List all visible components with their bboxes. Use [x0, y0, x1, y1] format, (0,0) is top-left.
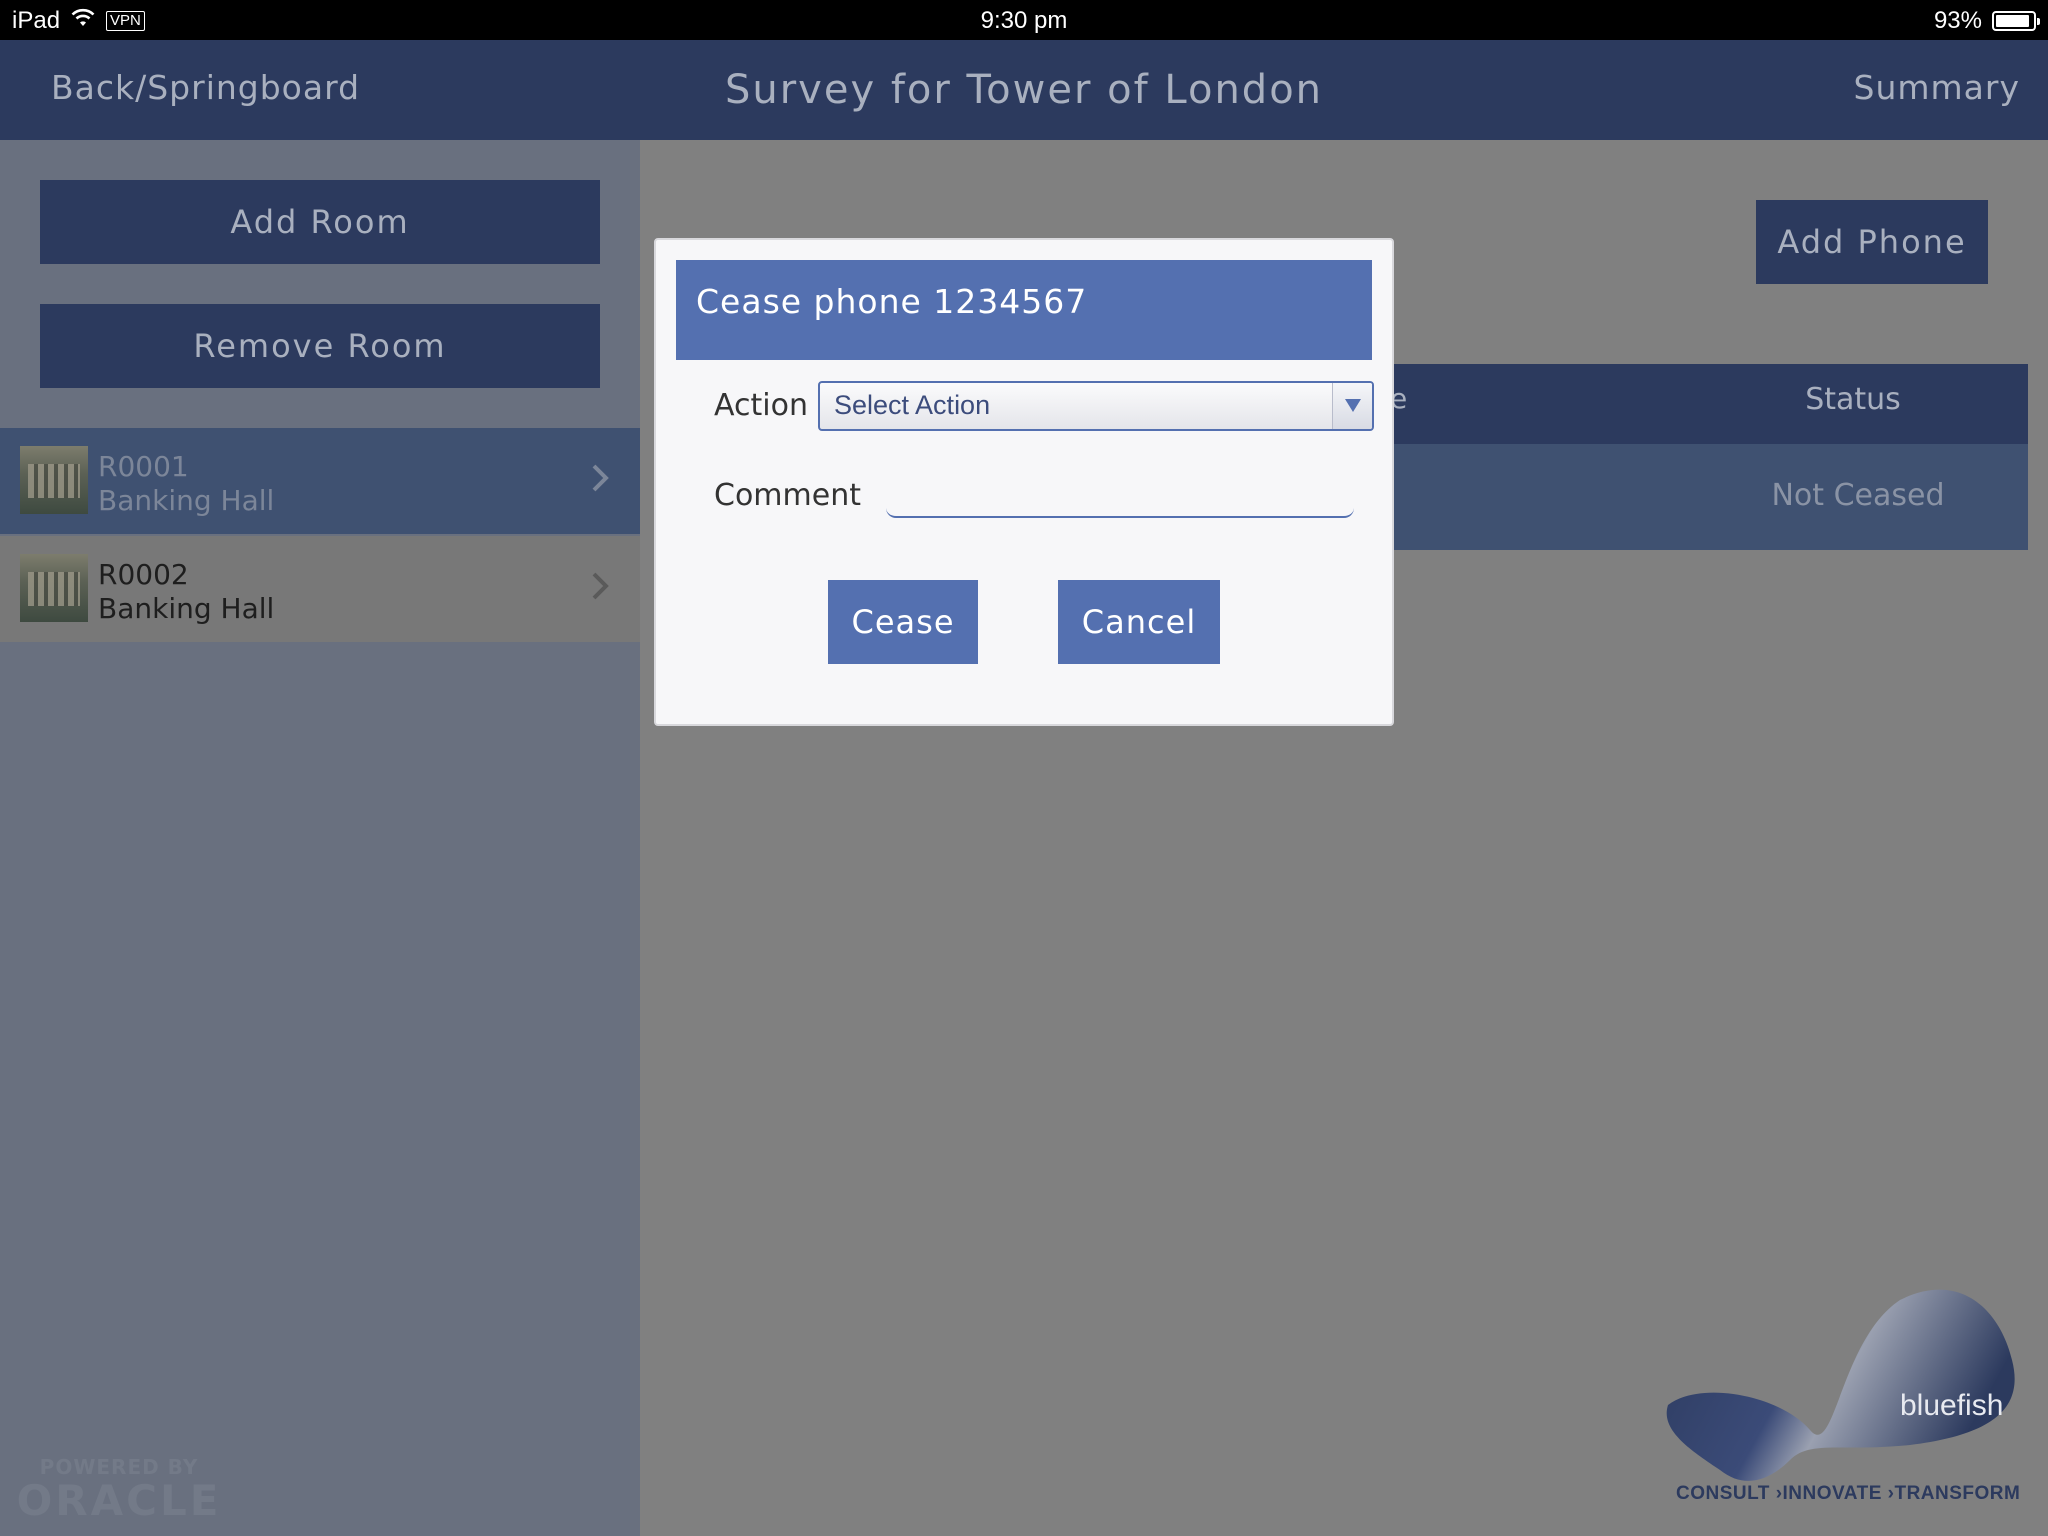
- status-time: 9:30 pm: [980, 7, 1068, 34]
- chevron-right-icon: [592, 464, 609, 492]
- room-code: R0002: [98, 558, 189, 591]
- action-select[interactable]: Select Action: [818, 381, 1374, 431]
- table-header-status: Status: [1805, 382, 1901, 417]
- room-thumbnail: [20, 554, 88, 622]
- dropdown-arrow-icon[interactable]: [1332, 383, 1372, 429]
- remove-room-button[interactable]: Remove Room: [40, 304, 600, 388]
- action-label: Action: [714, 388, 808, 423]
- status-bar: iPad VPN 9:30 pm 93%: [0, 0, 2048, 40]
- action-select-value: Select Action: [834, 390, 991, 420]
- room-code: R0001: [98, 450, 189, 483]
- phone-status: Not Ceased: [1771, 478, 1945, 513]
- cancel-button[interactable]: Cancel: [1058, 580, 1220, 664]
- room-thumbnail: [20, 446, 88, 514]
- room-list-item[interactable]: R0002 Banking Hall: [0, 536, 640, 642]
- comment-input[interactable]: [886, 476, 1354, 518]
- brand-tagline: CONSULT ›INNOVATE ›TRANSFORM: [1676, 1483, 2021, 1504]
- room-name: Banking Hall: [98, 484, 275, 517]
- battery-icon: [1992, 11, 2040, 31]
- page-title: Survey for Tower of London: [724, 67, 1324, 113]
- comment-label: Comment: [714, 478, 861, 513]
- phone-table-header: e Status: [1390, 364, 2028, 444]
- cease-button[interactable]: Cease: [828, 580, 978, 664]
- summary-button[interactable]: Summary: [1854, 68, 2020, 107]
- add-room-button[interactable]: Add Room: [40, 180, 600, 264]
- add-phone-button[interactable]: Add Phone: [1756, 200, 1988, 284]
- nav-header: Back/Springboard Survey for Tower of Lon…: [0, 40, 2048, 140]
- room-name: Banking Hall: [98, 592, 275, 625]
- room-list-item[interactable]: R0001 Banking Hall: [0, 428, 640, 534]
- status-right: 93%: [1933, 7, 2040, 35]
- table-row[interactable]: Not Ceased: [1390, 444, 2028, 550]
- cease-phone-dialog: Cease phone 1234567 Action Select Action…: [654, 238, 1394, 726]
- chevron-right-icon: [592, 572, 609, 600]
- sidebar: Add Room Remove Room R0001 Banking Hall …: [0, 140, 640, 1536]
- oracle-logo: POWERED BY ORACLE: [10, 1455, 228, 1523]
- oracle-text: ORACLE: [16, 1476, 222, 1525]
- bluefish-wordmark: bluefish: [1900, 1389, 2003, 1422]
- dialog-title: Cease phone 1234567: [676, 260, 1372, 360]
- battery-percent: 93%: [1933, 7, 1982, 34]
